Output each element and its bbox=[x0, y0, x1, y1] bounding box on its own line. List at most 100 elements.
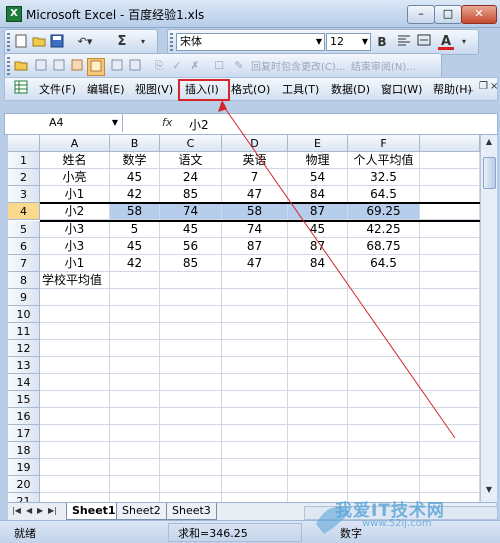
cell[interactable] bbox=[420, 340, 480, 357]
cell[interactable] bbox=[348, 357, 420, 374]
cell[interactable]: 68.75 bbox=[348, 238, 420, 255]
cell[interactable]: 物理 bbox=[288, 152, 348, 169]
cell[interactable] bbox=[40, 459, 110, 476]
cell[interactable] bbox=[40, 425, 110, 442]
cell[interactable] bbox=[288, 374, 348, 391]
cell[interactable] bbox=[40, 340, 110, 357]
cell[interactable]: 42 bbox=[110, 186, 160, 203]
column-header-b[interactable]: B bbox=[110, 135, 160, 152]
menu-edit[interactable]: 编辑(E) bbox=[87, 81, 125, 97]
align-left-icon[interactable] bbox=[396, 34, 412, 50]
cell[interactable] bbox=[222, 493, 288, 502]
minimize-button[interactable]: – bbox=[407, 5, 435, 24]
cell[interactable] bbox=[110, 357, 160, 374]
reply-with-changes-button[interactable]: 回复时包含更改(C)... bbox=[251, 58, 345, 73]
column-header-f[interactable]: F bbox=[348, 135, 420, 152]
cell[interactable] bbox=[222, 323, 288, 340]
menu-file[interactable]: 文件(F) bbox=[39, 81, 76, 97]
row-header-21[interactable]: 21 bbox=[8, 493, 40, 502]
cell[interactable] bbox=[420, 442, 480, 459]
cell[interactable]: 小3 bbox=[40, 221, 110, 238]
cell[interactable] bbox=[222, 476, 288, 493]
review-icon-3[interactable] bbox=[69, 58, 85, 74]
highlighted-tool-icon[interactable] bbox=[87, 58, 105, 76]
name-box[interactable]: A4 ▼ bbox=[5, 114, 123, 132]
toolbar-grip[interactable] bbox=[7, 57, 10, 75]
cell[interactable] bbox=[110, 306, 160, 323]
column-header-d[interactable]: D bbox=[222, 135, 288, 152]
cell[interactable] bbox=[288, 272, 348, 289]
cell[interactable]: 84 bbox=[288, 255, 348, 272]
cell[interactable] bbox=[420, 186, 480, 203]
last-sheet-icon[interactable]: ▶| bbox=[48, 506, 57, 515]
cell[interactable] bbox=[222, 272, 288, 289]
row-header-13[interactable]: 13 bbox=[8, 357, 40, 374]
cell[interactable] bbox=[40, 289, 110, 306]
row-header-19[interactable]: 19 bbox=[8, 459, 40, 476]
cell[interactable]: 个人平均值 bbox=[348, 152, 420, 169]
row-header-4[interactable]: 4 bbox=[8, 203, 40, 220]
cell[interactable] bbox=[40, 374, 110, 391]
cell[interactable] bbox=[160, 323, 222, 340]
next-sheet-icon[interactable]: ▶ bbox=[37, 506, 43, 515]
column-header-a[interactable]: A bbox=[40, 135, 110, 152]
column-header-extra[interactable] bbox=[420, 135, 480, 152]
cell[interactable] bbox=[288, 476, 348, 493]
cell[interactable] bbox=[110, 391, 160, 408]
cell[interactable] bbox=[420, 306, 480, 323]
cell[interactable] bbox=[110, 289, 160, 306]
cell[interactable] bbox=[110, 442, 160, 459]
row-header-20[interactable]: 20 bbox=[8, 476, 40, 493]
cell[interactable] bbox=[420, 323, 480, 340]
row-header-15[interactable]: 15 bbox=[8, 391, 40, 408]
cell[interactable]: 小1 bbox=[40, 186, 110, 203]
cell[interactable] bbox=[110, 340, 160, 357]
cell[interactable] bbox=[222, 374, 288, 391]
scroll-up-icon[interactable]: ▲ bbox=[483, 137, 495, 151]
font-name-select[interactable]: 宋体 ▼ bbox=[176, 33, 325, 51]
menu-window[interactable]: 窗口(W) bbox=[381, 81, 422, 97]
cell[interactable]: 45 bbox=[110, 169, 160, 186]
cell[interactable] bbox=[420, 255, 480, 272]
cell[interactable] bbox=[160, 425, 222, 442]
cell[interactable] bbox=[110, 476, 160, 493]
column-header-e[interactable]: E bbox=[288, 135, 348, 152]
review-icon-4[interactable] bbox=[109, 58, 125, 74]
cell[interactable] bbox=[222, 442, 288, 459]
reject-change-icon[interactable]: ✗ bbox=[187, 58, 203, 74]
cell[interactable] bbox=[110, 272, 160, 289]
cell[interactable] bbox=[348, 459, 420, 476]
cell[interactable] bbox=[160, 391, 222, 408]
cell[interactable] bbox=[288, 425, 348, 442]
cell[interactable] bbox=[160, 272, 222, 289]
maximize-button[interactable]: □ bbox=[434, 5, 462, 24]
review-icon-2[interactable] bbox=[51, 58, 67, 74]
doc-restore-icon[interactable]: ❐ bbox=[479, 81, 488, 92]
function-icon[interactable]: fx bbox=[162, 116, 172, 129]
cell[interactable] bbox=[288, 340, 348, 357]
row-header-11[interactable]: 11 bbox=[8, 323, 40, 340]
cell[interactable]: 小3 bbox=[40, 238, 110, 255]
row-header-8[interactable]: 8 bbox=[8, 272, 40, 289]
cell[interactable] bbox=[222, 459, 288, 476]
cell[interactable] bbox=[160, 408, 222, 425]
cell[interactable] bbox=[288, 408, 348, 425]
cell[interactable] bbox=[160, 476, 222, 493]
cell[interactable] bbox=[288, 442, 348, 459]
cell[interactable] bbox=[348, 374, 420, 391]
row-header-12[interactable]: 12 bbox=[8, 340, 40, 357]
tab-sheet3[interactable]: Sheet3 bbox=[166, 503, 217, 520]
new-document-icon[interactable] bbox=[13, 34, 29, 50]
cell[interactable]: 42 bbox=[110, 255, 160, 272]
cell[interactable] bbox=[420, 272, 480, 289]
cell[interactable] bbox=[160, 442, 222, 459]
menu-format[interactable]: 格式(O) bbox=[231, 81, 270, 97]
cell[interactable] bbox=[288, 306, 348, 323]
row-header-16[interactable]: 16 bbox=[8, 408, 40, 425]
close-button[interactable]: ✕ bbox=[461, 5, 497, 24]
open-folder-icon[interactable] bbox=[31, 34, 47, 50]
comment-icon[interactable]: ☐ bbox=[211, 58, 227, 74]
cell[interactable] bbox=[420, 152, 480, 169]
cell[interactable]: 47 bbox=[222, 255, 288, 272]
cell[interactable] bbox=[348, 476, 420, 493]
